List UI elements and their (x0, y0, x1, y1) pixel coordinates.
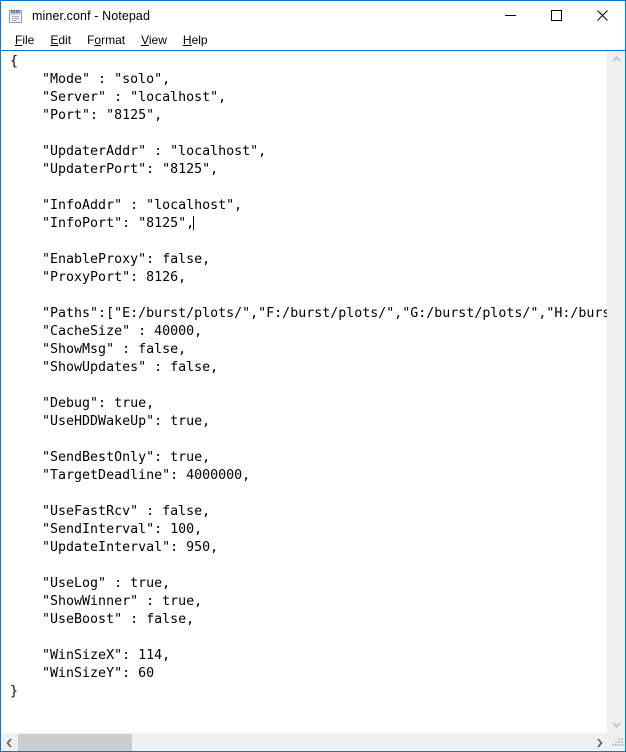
editor-line: "UpdateInterval": 950, (10, 540, 219, 555)
menu-bar: File Edit Format View Help (1, 30, 625, 50)
editor-line: "EnableProxy": false, (10, 252, 211, 267)
editor-line: "ProxyPort": 8126, (10, 270, 187, 285)
horizontal-scrollbar[interactable] (1, 733, 625, 751)
editor-line: "WinSizeY": 60 (10, 666, 155, 681)
scroll-right-button[interactable] (591, 734, 608, 751)
editor-line: "Debug": true, (10, 396, 155, 411)
editor-line: "UseFastRcv" : false, (10, 504, 211, 519)
editor-line: } (10, 684, 19, 699)
chevron-left-icon (6, 737, 12, 748)
horizontal-scroll-track[interactable] (18, 734, 591, 751)
client-area: { "Mode" : "solo", "Server" : "localhost… (1, 50, 625, 751)
menu-item-help[interactable]: Help (176, 32, 215, 48)
scroll-up-button[interactable] (608, 51, 625, 68)
menu-item-edit[interactable]: Edit (43, 32, 78, 48)
menu-item-file[interactable]: File (8, 32, 41, 48)
scroll-left-button[interactable] (1, 734, 18, 751)
minimize-button[interactable] (487, 1, 533, 30)
text-caret (193, 216, 195, 230)
maximize-button[interactable] (533, 1, 579, 30)
title-bar[interactable]: miner.conf - Notepad (1, 1, 625, 30)
menu-item-view[interactable]: View (134, 32, 174, 48)
editor-line: "SendInterval": 100, (10, 522, 203, 537)
editor-line: "Port": "8125", (10, 108, 163, 123)
chevron-down-icon (612, 722, 621, 728)
window-title: miner.conf - Notepad (32, 8, 151, 23)
chevron-up-icon (612, 56, 621, 62)
editor-line: { (10, 54, 19, 69)
scroll-down-button[interactable] (608, 716, 625, 733)
editor-line: "UpdaterAddr" : "localhost", (10, 144, 267, 159)
editor-line: "ShowUpdates" : false, (10, 360, 219, 375)
editor-line: "UseLog" : true, (10, 576, 171, 591)
text-editor[interactable]: { "Mode" : "solo", "Server" : "localhost… (1, 51, 607, 733)
editor-line: "Paths":["E:/burst/plots/","F:/burst/plo… (10, 306, 607, 321)
editor-line: "UseHDDWakeUp": true, (10, 414, 211, 429)
menu-item-format[interactable]: Format (80, 32, 132, 48)
minimize-icon (504, 15, 516, 16)
close-icon (596, 10, 608, 21)
editor-line: "InfoPort": "8125", (10, 216, 195, 231)
editor-line: "UpdaterPort": "8125", (10, 162, 219, 177)
resize-grip-icon[interactable] (608, 734, 625, 751)
maximize-icon (550, 10, 562, 21)
close-button[interactable] (579, 1, 625, 30)
notepad-icon (8, 8, 24, 24)
vertical-scroll-track[interactable] (608, 68, 625, 716)
editor-line: "UseBoost" : false, (10, 612, 195, 627)
editor-line: "WinSizeX": 114, (10, 648, 171, 663)
caption-button-group (487, 1, 625, 30)
horizontal-scroll-thumb[interactable] (18, 734, 132, 751)
editor-line: "InfoAddr" : "localhost", (10, 198, 243, 213)
editor-row: { "Mode" : "solo", "Server" : "localhost… (1, 51, 625, 733)
editor-line: "Mode" : "solo", (10, 72, 171, 87)
editor-line: "ShowMsg" : false, (10, 342, 187, 357)
editor-line: "SendBestOnly": true, (10, 450, 211, 465)
editor-line: "Server" : "localhost", (10, 90, 227, 105)
notepad-window: miner.conf - Notepad File Edit Format Vi… (0, 0, 626, 752)
chevron-right-icon (597, 737, 603, 748)
editor-line: "CacheSize" : 40000, (10, 324, 203, 339)
editor-line: "ShowWinner" : true, (10, 594, 203, 609)
editor-line: "TargetDeadline": 4000000, (10, 468, 251, 483)
vertical-scrollbar[interactable] (607, 51, 625, 733)
